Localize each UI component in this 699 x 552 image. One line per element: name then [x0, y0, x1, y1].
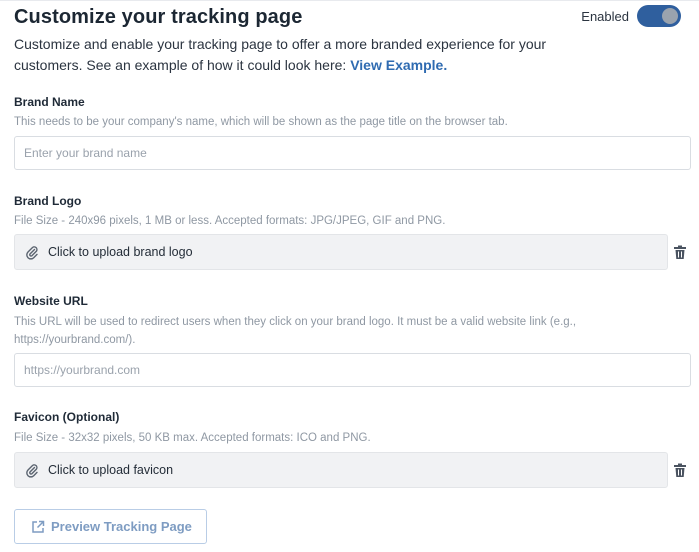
- view-example-link[interactable]: View Example.: [350, 57, 447, 73]
- external-link-icon: [31, 520, 45, 534]
- favicon-upload-label: Click to upload favicon: [48, 463, 174, 477]
- preview-tracking-page-button[interactable]: Preview Tracking Page: [14, 509, 207, 544]
- toggle-label: Enabled: [581, 8, 629, 24]
- paperclip-icon: [26, 244, 40, 260]
- brand-name-help: This needs to be your company's name, wh…: [14, 116, 508, 128]
- page-title: Customize your tracking page: [14, 6, 303, 28]
- favicon-help: File Size - 32x32 pixels, 50 KB max. Acc…: [14, 432, 371, 444]
- paperclip-icon: [26, 462, 40, 478]
- enable-toggle-group: Enabled: [581, 5, 681, 27]
- brand-name-label: Brand Name: [14, 95, 85, 109]
- brand-logo-label: Brand Logo: [14, 194, 82, 208]
- brand-name-input[interactable]: [14, 136, 691, 170]
- toggle-knob: [662, 8, 678, 24]
- trash-icon[interactable]: [673, 463, 689, 479]
- top-divider: [0, 0, 699, 1]
- website-url-input[interactable]: [14, 353, 691, 387]
- preview-button-label: Preview Tracking Page: [51, 519, 192, 534]
- website-url-help: This URL will be used to redirect users …: [14, 316, 577, 346]
- brand-logo-upload[interactable]: Click to upload brand logo: [14, 234, 668, 270]
- enable-toggle[interactable]: [637, 5, 681, 27]
- website-url-label: Website URL: [14, 294, 88, 308]
- favicon-upload[interactable]: Click to upload favicon: [14, 452, 668, 488]
- intro-body: Customize and enable your tracking page …: [14, 36, 547, 73]
- brand-logo-help: File Size - 240x96 pixels, 1 MB or less.…: [14, 215, 446, 227]
- intro-text: Customize and enable your tracking page …: [14, 34, 574, 76]
- trash-icon[interactable]: [673, 245, 689, 261]
- brand-logo-upload-label: Click to upload brand logo: [48, 245, 193, 259]
- favicon-label: Favicon (Optional): [14, 410, 120, 424]
